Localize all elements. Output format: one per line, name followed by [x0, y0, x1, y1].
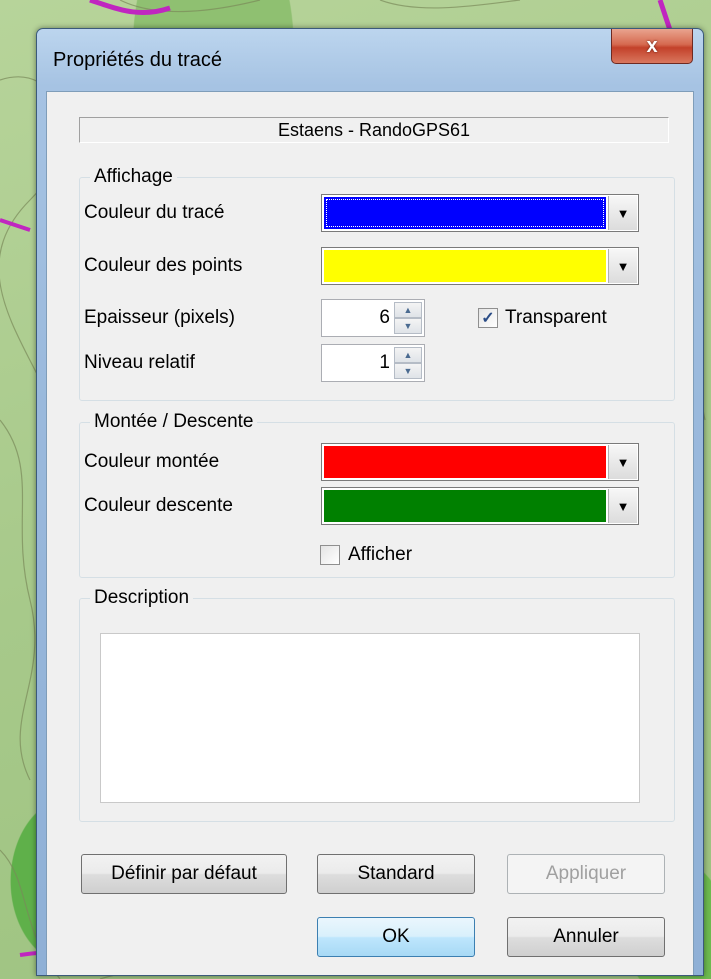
chevron-down-icon[interactable]: ▼ [608, 196, 637, 230]
down-color-select[interactable]: ▼ [321, 487, 639, 525]
description-textarea[interactable] [100, 633, 640, 803]
checkmark-icon: ✓ [481, 310, 495, 327]
ok-button[interactable]: OK [317, 917, 475, 957]
track-color-swatch [324, 197, 606, 229]
level-spinner[interactable]: 1 ▲ ▼ [321, 344, 425, 382]
up-color-label: Couleur montée [84, 451, 220, 472]
spin-down-icon[interactable]: ▼ [394, 318, 422, 334]
title-bar[interactable]: Propriétés du tracé x [37, 29, 703, 89]
points-color-swatch [324, 250, 606, 282]
thickness-value[interactable]: 6 [379, 300, 390, 336]
level-value[interactable]: 1 [379, 345, 390, 381]
up-color-select[interactable]: ▼ [321, 443, 639, 481]
show-checkbox[interactable] [320, 545, 340, 565]
spin-down-icon[interactable]: ▼ [394, 363, 422, 379]
description-group: Description [79, 587, 675, 822]
thickness-spinner[interactable]: 6 ▲ ▼ [321, 299, 425, 337]
cancel-button[interactable]: Annuler [507, 917, 665, 957]
points-color-label: Couleur des points [84, 255, 243, 276]
show-label[interactable]: Afficher [348, 544, 412, 566]
track-properties-dialog: Propriétés du tracé x Estaens - RandoGPS… [36, 28, 704, 976]
track-color-label: Couleur du tracé [84, 202, 225, 223]
affichage-group-label: Affichage [90, 166, 177, 188]
track-name-field: Estaens - RandoGPS61 [79, 117, 669, 143]
affichage-group: Affichage Couleur du tracé ▼ Couleur des… [79, 166, 675, 401]
standard-button[interactable]: Standard [317, 854, 475, 894]
down-color-label: Couleur descente [84, 495, 233, 516]
dialog-title: Propriétés du tracé [53, 49, 222, 71]
description-group-label: Description [90, 587, 194, 609]
track-color-select[interactable]: ▼ [321, 194, 639, 232]
chevron-down-icon[interactable]: ▼ [608, 489, 637, 523]
montee-descente-group-label: Montée / Descente [90, 411, 258, 433]
chevron-down-icon[interactable]: ▼ [608, 445, 637, 479]
spin-up-icon[interactable]: ▲ [394, 347, 422, 363]
transparent-checkbox[interactable]: ✓ [478, 308, 498, 328]
dialog-client-area: Estaens - RandoGPS61 Affichage Couleur d… [46, 91, 694, 975]
chevron-down-icon[interactable]: ▼ [608, 249, 637, 283]
down-color-swatch [324, 490, 606, 522]
level-label: Niveau relatif [84, 352, 195, 373]
thickness-label: Epaisseur (pixels) [84, 307, 235, 328]
up-color-swatch [324, 446, 606, 478]
points-color-select[interactable]: ▼ [321, 247, 639, 285]
transparent-label[interactable]: Transparent [505, 307, 607, 329]
spin-up-icon[interactable]: ▲ [394, 302, 422, 318]
montee-descente-group: Montée / Descente Couleur montée ▼ Coule… [79, 411, 675, 578]
close-icon: x [646, 34, 658, 57]
close-button[interactable]: x [611, 29, 693, 64]
apply-button[interactable]: Appliquer [507, 854, 665, 894]
set-default-button[interactable]: Définir par défaut [81, 854, 287, 894]
